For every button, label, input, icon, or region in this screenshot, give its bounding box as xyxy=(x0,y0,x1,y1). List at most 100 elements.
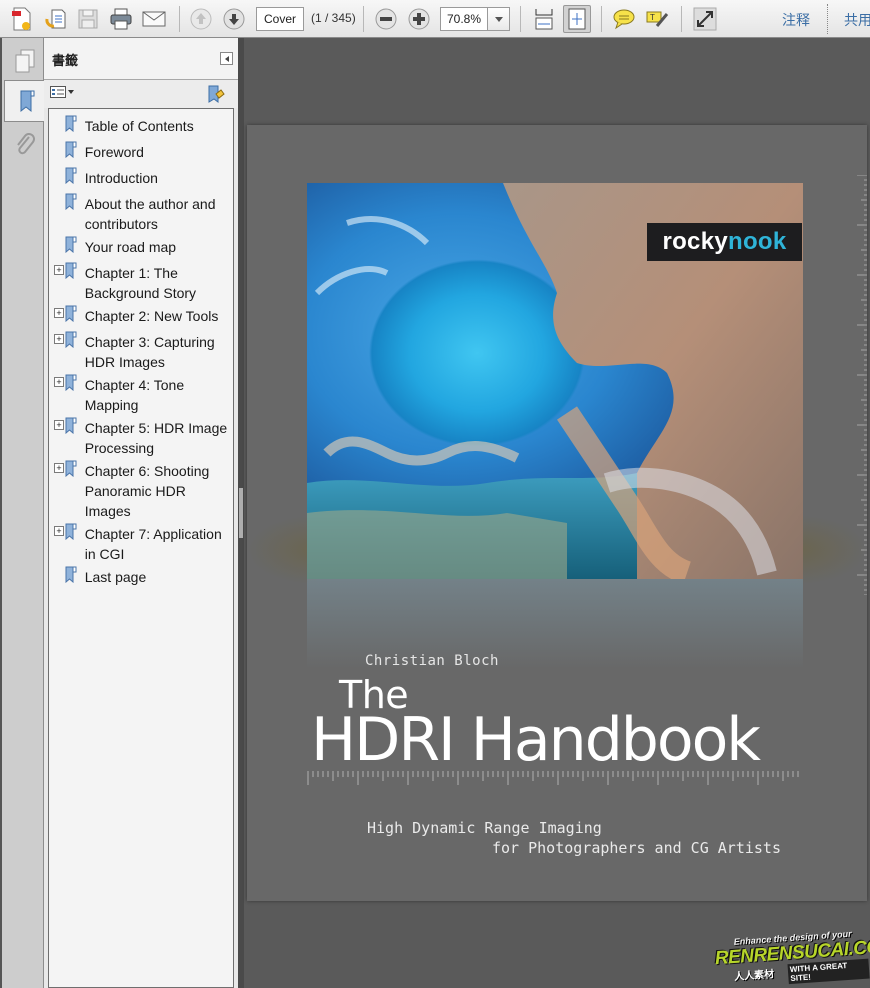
bookmark-label: Chapter 1: The Background Story xyxy=(84,265,197,301)
bookmark-icon xyxy=(65,566,79,588)
chevron-left-icon xyxy=(224,55,229,62)
bookmark-icon xyxy=(65,331,79,353)
cover-photo: rocky nook xyxy=(307,183,803,579)
collapse-panel-button[interactable] xyxy=(220,52,233,65)
bookmark-item[interactable]: + Chapter 6: Shooting Panoramic HDR Imag… xyxy=(49,458,233,521)
expand-toggle[interactable]: + xyxy=(54,265,64,275)
bookmark-options-button[interactable] xyxy=(50,86,74,98)
bookmark-item[interactable]: Last page xyxy=(49,564,233,590)
publisher-name-part: rocky xyxy=(662,228,728,255)
highlight-text-button[interactable]: T xyxy=(643,5,671,33)
add-comment-button[interactable] xyxy=(610,5,638,33)
arrow-down-icon xyxy=(223,8,245,30)
bookmark-item[interactable]: Table of Contents xyxy=(49,113,233,139)
toolbar-separator xyxy=(827,4,828,34)
bookmark-label: Introduction xyxy=(84,170,158,186)
publisher-logo: rocky nook xyxy=(647,223,802,261)
bookmark-item[interactable]: Foreword xyxy=(49,139,233,165)
publisher-name-part: nook xyxy=(728,228,787,255)
bookmark-label: Foreword xyxy=(84,144,144,160)
bookmark-icon xyxy=(65,305,79,327)
bookmark-icon xyxy=(65,236,79,258)
create-pdf-button[interactable] xyxy=(8,5,36,33)
bookmark-item[interactable]: Your road map xyxy=(49,234,233,260)
bookmark-item[interactable]: About the author and contributors xyxy=(49,191,233,234)
navigation-rail xyxy=(0,38,48,988)
zoom-in-button[interactable] xyxy=(405,5,433,33)
cover-ruler-decoration xyxy=(307,771,799,785)
bookmark-label: Your road map xyxy=(84,239,177,255)
bookmark-icon xyxy=(65,167,79,189)
previous-page-button[interactable] xyxy=(187,5,215,33)
expand-icon xyxy=(693,7,717,31)
bookmark-label: Chapter 4: Tone Mapping xyxy=(84,377,185,413)
expand-toggle[interactable]: + xyxy=(54,526,64,536)
share-pane-link[interactable]: 共用 xyxy=(844,10,870,30)
fit-width-button[interactable] xyxy=(530,5,558,33)
expand-toggle[interactable]: + xyxy=(54,308,64,318)
new-bookmark-button[interactable] xyxy=(207,84,225,109)
bookmark-item[interactable]: + Chapter 4: Tone Mapping xyxy=(49,372,233,415)
main-toolbar: Cover (1 / 345) 70.8% T 注释 共用 xyxy=(0,0,870,38)
minus-circle-icon xyxy=(375,8,397,30)
email-icon xyxy=(142,11,166,27)
expand-toggle[interactable]: + xyxy=(54,463,64,473)
bookmark-icon xyxy=(65,460,79,482)
zoom-level-input[interactable]: 70.8% xyxy=(440,7,488,31)
pdf-reader-window: Cover (1 / 345) 70.8% T 注释 共用 書籤 Table o… xyxy=(0,0,870,988)
bookmark-item[interactable]: + Chapter 1: The Background Story xyxy=(49,260,233,303)
bookmark-label: Last page xyxy=(84,569,147,585)
toolbar-separator xyxy=(681,6,682,32)
page-number-input[interactable]: Cover xyxy=(256,7,304,31)
highlight-text-icon: T xyxy=(646,11,669,27)
bookmark-icon xyxy=(65,141,79,163)
bookmarks-toolbar xyxy=(44,80,238,108)
bookmark-item[interactable]: + Chapter 7: Application in CGI xyxy=(49,521,233,564)
bookmarks-button[interactable] xyxy=(4,80,48,122)
create-pdf-icon xyxy=(12,7,31,31)
fit-width-icon xyxy=(535,9,553,30)
splitter-grip[interactable] xyxy=(239,488,243,538)
pages-icon xyxy=(15,49,35,73)
watermark-chinese: 人人素材 xyxy=(733,969,775,983)
email-button[interactable] xyxy=(140,5,168,33)
zoom-dropdown-button[interactable] xyxy=(488,7,510,31)
arrow-up-icon xyxy=(190,8,212,30)
print-button[interactable] xyxy=(107,5,135,33)
page-thumbnails-button[interactable] xyxy=(4,40,46,82)
watermark-slogan: WITH A GREAT SITE! xyxy=(787,958,870,985)
book-subtitle-line2: for Photographers and CG Artists xyxy=(492,839,781,857)
bookmark-item[interactable]: Introduction xyxy=(49,165,233,191)
plus-circle-icon xyxy=(408,8,430,30)
speech-bubble-icon xyxy=(613,9,635,30)
bookmark-item[interactable]: + Chapter 2: New Tools xyxy=(49,303,233,329)
bookmark-item[interactable]: + Chapter 5: HDR Image Processing xyxy=(49,415,233,458)
bookmark-icon xyxy=(65,374,79,396)
bookmark-icon xyxy=(65,523,79,545)
full-screen-button[interactable] xyxy=(691,5,719,33)
document-view[interactable]: rocky nook Christian Bloch The HDRI Handb… xyxy=(244,38,870,988)
toolbar-separator xyxy=(601,6,602,32)
comment-pane-link[interactable]: 注释 xyxy=(782,10,810,30)
save-button[interactable] xyxy=(74,5,102,33)
combine-files-icon xyxy=(45,9,66,29)
bookmark-item[interactable]: + Chapter 3: Capturing HDR Images xyxy=(49,329,233,372)
zoom-out-button[interactable] xyxy=(372,5,400,33)
bookmark-tree: Table of Contents Foreword Introduction xyxy=(48,108,234,988)
expand-toggle[interactable]: + xyxy=(54,420,64,430)
combine-files-button[interactable] xyxy=(42,5,70,33)
next-page-button[interactable] xyxy=(220,5,248,33)
attachments-button[interactable] xyxy=(4,124,46,166)
bookmark-icon xyxy=(65,262,79,284)
fit-page-icon xyxy=(568,8,586,30)
fit-page-button[interactable] xyxy=(563,5,591,33)
bookmark-label: Chapter 7: Application in CGI xyxy=(84,526,222,562)
chevron-down-icon xyxy=(494,16,503,22)
expand-toggle[interactable]: + xyxy=(54,334,64,344)
toolbar-separator xyxy=(363,6,364,32)
bookmark-label: Chapter 6: Shooting Panoramic HDR Images xyxy=(84,463,210,519)
save-icon xyxy=(78,9,98,29)
print-icon xyxy=(110,8,132,30)
bookmarks-panel: 書籤 Table of Contents Foreword Introducti… xyxy=(44,38,238,988)
expand-toggle[interactable]: + xyxy=(54,377,64,387)
